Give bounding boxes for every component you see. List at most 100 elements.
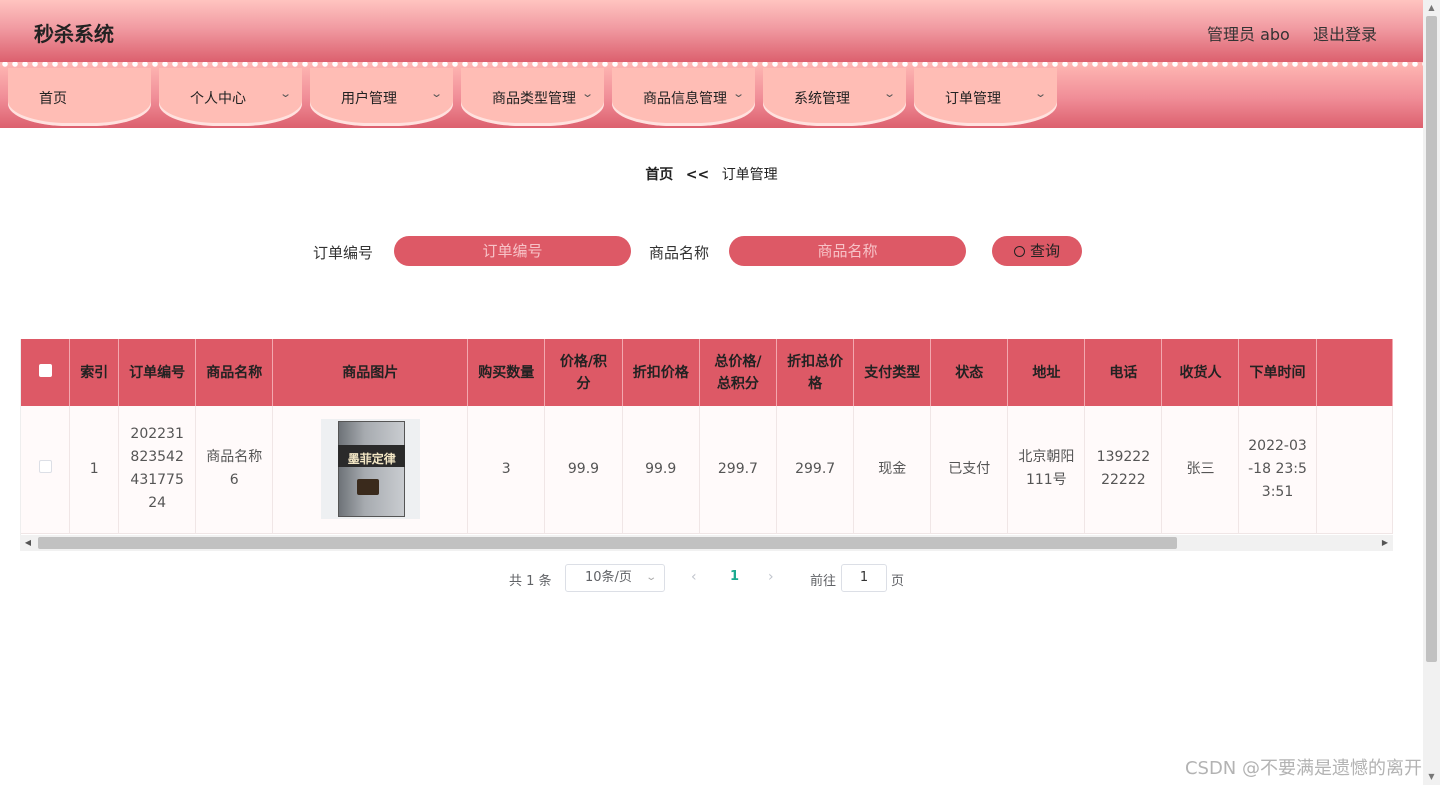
nav-item-label: 首页	[39, 91, 67, 107]
column-header: 商品图片	[272, 339, 469, 406]
goods-image[interactable]: 墨菲定律	[320, 419, 420, 520]
column-header: 购买数量	[467, 339, 546, 406]
cell-status: 已支付	[930, 406, 1009, 534]
breadcrumb-home[interactable]: 首页	[645, 167, 673, 183]
column-header: 价格/积分	[544, 339, 623, 406]
cell-goods-image: 墨菲定律	[272, 406, 469, 534]
nav-item-goods-info-management[interactable]: 商品信息管理 ⌄	[612, 68, 755, 126]
column-header: 收货人	[1161, 339, 1240, 406]
search-icon	[1013, 246, 1025, 257]
chevron-down-icon: ⌄	[278, 87, 292, 100]
cell-address: 北京朝阳111号	[1007, 406, 1086, 534]
nav-item-order-management[interactable]: 订单管理 ⌄	[914, 68, 1057, 126]
cell-order-time: 2022-03-18 23:53:51	[1238, 406, 1317, 534]
book-title-band: 墨菲定律	[337, 445, 405, 468]
search-button[interactable]: 查询	[992, 236, 1082, 266]
breadcrumb-separator: <<	[685, 167, 710, 183]
nav-item-label: 用户管理	[341, 91, 397, 107]
pagination-total: 共 1 条	[509, 574, 552, 589]
admin-user: 管理员 abo	[1207, 25, 1290, 44]
chevron-down-icon: ⌄	[1033, 87, 1047, 100]
next-page-button[interactable]: ›	[768, 569, 774, 585]
prev-page-button[interactable]: ‹	[691, 569, 697, 585]
page-suffix: 页	[891, 574, 905, 589]
scroll-right-icon[interactable]: ▶	[1377, 535, 1393, 551]
book-title: 墨菲定律	[347, 452, 396, 467]
column-header-actions	[1316, 339, 1393, 406]
order-no-label: 订单编号	[313, 244, 374, 262]
scroll-left-icon[interactable]: ◀	[20, 535, 36, 551]
goto-page-input[interactable]: 1	[841, 564, 887, 592]
cell-discount-price: 99.9	[622, 406, 700, 534]
column-header: 订单编号	[118, 339, 197, 406]
app-title: 秒杀系统	[34, 22, 114, 46]
nav-item-personal-center[interactable]: 个人中心 ⌄	[159, 68, 302, 126]
app-header: 秒杀系统 管理员 abo 退出登录	[0, 0, 1423, 62]
cell-pay-type: 现金	[853, 406, 932, 534]
chevron-down-icon: ⌄	[644, 572, 657, 583]
nav-item-label: 商品类型管理	[492, 91, 576, 107]
chevron-down-icon: ⌄	[882, 87, 896, 100]
cell-actions	[1316, 406, 1393, 534]
nav-item-system-management[interactable]: 系统管理 ⌄	[763, 68, 906, 126]
cell-receiver: 张三	[1161, 406, 1240, 534]
column-header: 商品名称	[195, 339, 274, 406]
page-size-value: 10条/页	[585, 570, 632, 585]
nav-item-goods-type-management[interactable]: 商品类型管理 ⌄	[461, 68, 604, 126]
search-bar: 订单编号 商品名称 查询	[0, 236, 1423, 266]
column-header: 状态	[930, 339, 1009, 406]
book-illustration	[356, 479, 379, 496]
page-vertical-scrollbar[interactable]: ▲ ▼	[1423, 0, 1440, 785]
table-header-row: 索引 订单编号 商品名称 商品图片 购买数量 价格/积分 折扣价格 总价格/总积…	[21, 339, 1393, 406]
goto-label: 前往	[810, 574, 837, 589]
cell-discount-total: 299.7	[776, 406, 855, 534]
cell-quantity: 3	[467, 406, 546, 534]
cell-index: 1	[69, 406, 120, 534]
nav-item-user-management[interactable]: 用户管理 ⌄	[310, 68, 453, 126]
nav-item-home[interactable]: 首页	[8, 68, 151, 126]
chevron-down-icon: ⌄	[731, 87, 745, 100]
cell-phone: 13922222222	[1084, 406, 1163, 534]
orders-table-container: 索引 订单编号 商品名称 商品图片 购买数量 价格/积分 折扣价格 总价格/总积…	[20, 339, 1393, 551]
column-header: 电话	[1084, 339, 1163, 406]
current-page-number[interactable]: 1	[730, 569, 739, 584]
column-header: 折扣价格	[622, 339, 700, 406]
main-nav: 首页 个人中心 ⌄ 用户管理 ⌄ 商品类型管理 ⌄ 商品信息管理 ⌄ 系统管理 …	[0, 62, 1423, 128]
row-select-cell	[21, 406, 71, 534]
column-header: 总价格/总积分	[699, 339, 778, 406]
cell-order-no: 20223182354243177524	[118, 406, 197, 534]
scrollbar-thumb[interactable]	[1426, 16, 1437, 662]
column-header: 地址	[1007, 339, 1086, 406]
table-row: 1 20223182354243177524 商品名称6 墨菲定律 3 99.9…	[21, 406, 1393, 534]
page-size-select[interactable]: 10条/页 ⌄	[565, 564, 665, 592]
breadcrumb-current: 订单管理	[721, 167, 778, 183]
chevron-down-icon: ⌄	[580, 87, 594, 100]
order-no-input[interactable]	[394, 236, 631, 266]
nav-item-label: 商品信息管理	[643, 91, 727, 107]
pagination: 共 1 条 10条/页 ⌄ ‹ 1 › 前往 1 页	[0, 564, 1423, 592]
scroll-up-icon[interactable]: ▲	[1423, 0, 1440, 16]
nav-item-label: 系统管理	[794, 91, 850, 107]
select-all-header	[21, 339, 71, 406]
breadcrumb: 首页 << 订单管理	[0, 164, 1423, 184]
column-header: 支付类型	[853, 339, 932, 406]
goods-name-input[interactable]	[729, 236, 966, 266]
watermark: CSDN @不要满是遗憾的离开	[1184, 758, 1422, 779]
select-all-checkbox[interactable]	[38, 363, 52, 377]
cell-price: 99.9	[544, 406, 623, 534]
goods-name-label: 商品名称	[649, 244, 710, 262]
nav-item-label: 个人中心	[190, 91, 246, 107]
scrollbar-thumb[interactable]	[38, 537, 1177, 549]
row-checkbox[interactable]	[38, 459, 52, 473]
column-header: 索引	[69, 339, 120, 406]
cell-total: 299.7	[699, 406, 778, 534]
logout-button[interactable]: 退出登录	[1313, 21, 1377, 45]
search-button-label: 查询	[1029, 242, 1060, 260]
chevron-down-icon: ⌄	[429, 87, 443, 100]
scroll-down-icon[interactable]: ▼	[1423, 769, 1440, 785]
table-horizontal-scrollbar[interactable]: ◀ ▶	[20, 535, 1393, 551]
cell-goods-name: 商品名称6	[195, 406, 274, 534]
column-header: 下单时间	[1238, 339, 1317, 406]
nav-item-label: 订单管理	[945, 91, 1001, 107]
orders-table: 索引 订单编号 商品名称 商品图片 购买数量 价格/积分 折扣价格 总价格/总积…	[21, 339, 1393, 534]
